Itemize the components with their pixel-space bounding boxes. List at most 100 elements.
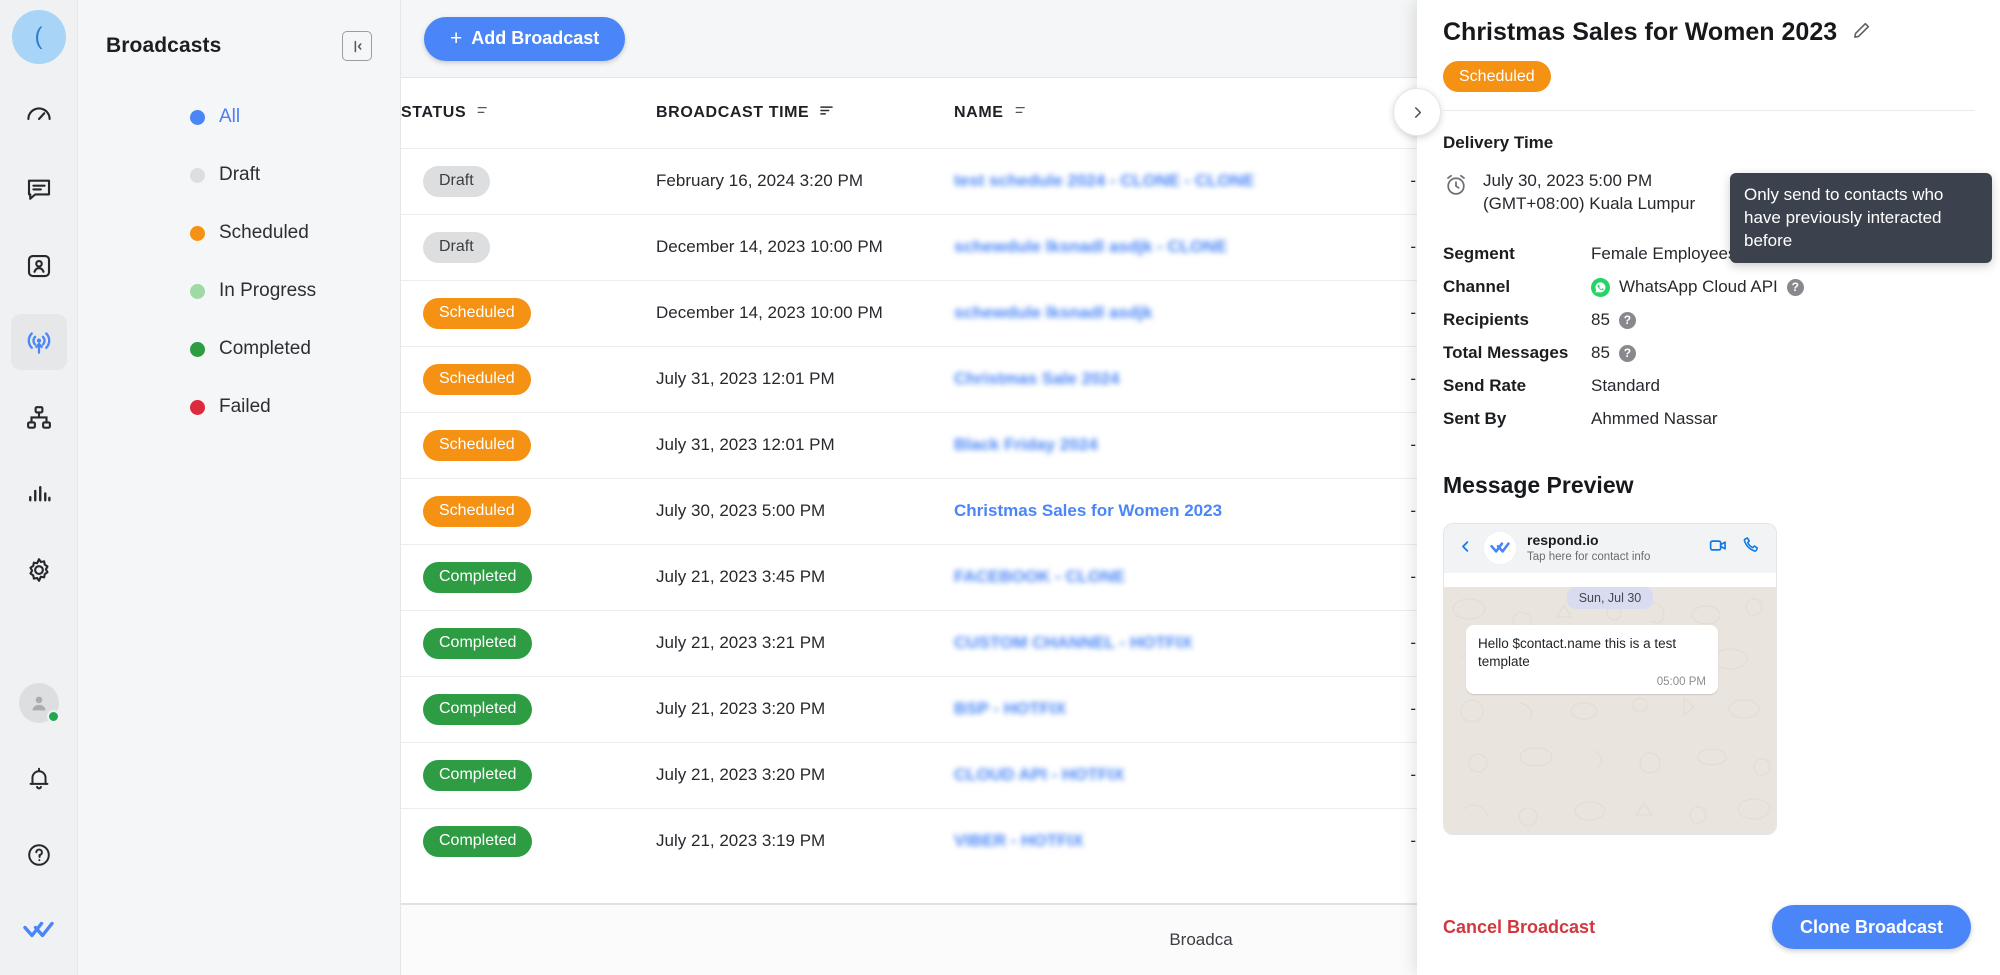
delivery-time-text: July 30, 2023 5:00 PM (GMT+08:00) Kuala … (1483, 169, 1695, 216)
alarm-clock-icon (1443, 172, 1469, 203)
status-badge: Completed (423, 628, 532, 659)
help-circle-icon[interactable]: ? (1619, 345, 1636, 362)
panel-title-row: Christmas Sales for Women 2023 (1443, 18, 1975, 47)
sidebar-item-all[interactable]: All (78, 88, 400, 146)
delivery-time-line2: (GMT+08:00) Kuala Lumpur (1483, 192, 1695, 215)
cell-name: CUSTOM CHANNEL - HOTFIX (954, 610, 1410, 676)
preview-chat-body: Sun, Jul 30 Hello $contact.name this is … (1444, 587, 1776, 835)
collapse-sidebar-button[interactable] (342, 31, 372, 61)
message-preview-phone: respond.io Tap here for contact info (1443, 523, 1777, 835)
broadcast-name-link[interactable]: BSP - HOTFIX (954, 699, 1066, 718)
help-circle-icon[interactable]: ? (1787, 279, 1804, 296)
broadcast-name-link[interactable]: Black Friday 2024 (954, 435, 1098, 454)
sidebar-item-in-progress[interactable]: In Progress (78, 262, 400, 320)
video-call-icon[interactable] (1708, 535, 1729, 561)
broadcast-name-link[interactable]: FACEBOOK - CLONE (954, 567, 1125, 586)
detail-field-value: Standard (1591, 376, 1660, 396)
sidebar-item-completed[interactable]: Completed (78, 320, 400, 378)
sidebar-item-failed[interactable]: Failed (78, 378, 400, 436)
sidebar-item-dashboard[interactable] (11, 86, 67, 142)
back-chevron-icon[interactable] (1458, 538, 1473, 558)
preview-header-actions (1708, 535, 1762, 561)
edit-pencil-icon[interactable] (1851, 20, 1872, 46)
add-broadcast-button[interactable]: + Add Broadcast (424, 17, 625, 61)
detail-field-row: Send RateStandard (1443, 370, 1975, 403)
cell-status: Scheduled (401, 412, 656, 478)
page-title: Broadcasts (106, 34, 221, 58)
cancel-broadcast-button[interactable]: Cancel Broadcast (1443, 917, 1595, 938)
sort-icon[interactable] (475, 102, 491, 123)
chat-message-time: 05:00 PM (1478, 676, 1706, 688)
cell-name: CLOUD API - HOTFIX (954, 742, 1410, 808)
phone-call-icon[interactable] (1742, 535, 1762, 561)
sidebar-item-workflows[interactable] (11, 390, 67, 446)
broadcast-name-link[interactable]: schewdule lksnadl asdjk (954, 303, 1152, 322)
collapse-panel-button[interactable] (1393, 88, 1441, 136)
sidebar-item-draft[interactable]: Draft (78, 146, 400, 204)
sort-active-icon[interactable] (818, 102, 835, 124)
detail-field-key: Total Messages (1443, 343, 1591, 363)
clone-broadcast-button[interactable]: Clone Broadcast (1772, 905, 1971, 949)
cell-broadcast-time: July 31, 2023 12:01 PM (656, 412, 954, 478)
status-badge: Completed (423, 826, 532, 857)
detail-field-value-text: 85 (1591, 343, 1610, 363)
sidebar-header: Broadcasts (78, 26, 400, 66)
column-header-name[interactable]: NAME (954, 78, 1410, 148)
cell-name: Christmas Sale 2024 (954, 346, 1410, 412)
preview-chat-header: respond.io Tap here for contact info (1444, 524, 1776, 573)
cell-name: BSP - HOTFIX (954, 676, 1410, 742)
status-dot-completed (190, 342, 205, 357)
chat-day-chip: Sun, Jul 30 (1567, 587, 1654, 609)
detail-field-key: Sent By (1443, 409, 1591, 429)
cell-name: VIBER - HOTFIX (954, 808, 1410, 874)
cell-broadcast-time: July 21, 2023 3:21 PM (656, 610, 954, 676)
workspace-logo[interactable]: ( (12, 10, 66, 64)
panel-header: Christmas Sales for Women 2023 Scheduled (1417, 0, 2000, 111)
cell-status: Draft (401, 148, 656, 214)
sidebar-item-reports[interactable] (11, 466, 67, 522)
cell-name: schewdule lksnadl asdjk - CLONE (954, 214, 1410, 280)
chat-message-text: Hello $contact.name this is a test templ… (1478, 635, 1706, 671)
broadcast-name-link[interactable]: test schedule 2024 - CLONE - CLONE (954, 171, 1254, 190)
cell-broadcast-time: July 21, 2023 3:20 PM (656, 742, 954, 808)
detail-field-key: Channel (1443, 277, 1591, 297)
broadcast-name-link[interactable]: VIBER - HOTFIX (954, 831, 1083, 850)
help-circle-icon[interactable]: ? (1619, 312, 1636, 329)
broadcast-detail-panel: Christmas Sales for Women 2023 Scheduled… (1417, 0, 2000, 975)
broadcast-name-link[interactable]: CUSTOM CHANNEL - HOTFIX (954, 633, 1192, 652)
help-button[interactable] (11, 827, 67, 883)
column-header-status[interactable]: STATUS (401, 78, 656, 148)
detail-fields: SegmentFemale EmployeesChannelWhatsApp C… (1443, 238, 1975, 436)
sort-icon[interactable] (1013, 102, 1029, 123)
broadcast-name-link[interactable]: Christmas Sales for Women 2023 (954, 501, 1222, 520)
broadcast-name-link[interactable]: Christmas Sale 2024 (954, 369, 1119, 388)
whatsapp-icon (1591, 278, 1610, 297)
cell-status: Scheduled (401, 346, 656, 412)
add-broadcast-label: Add Broadcast (471, 28, 599, 49)
cell-status: Completed (401, 808, 656, 874)
sidebar-item-scheduled[interactable]: Scheduled (78, 204, 400, 262)
contacts-icon (24, 251, 54, 281)
notifications-button[interactable] (11, 751, 67, 807)
main-content: + Add Broadcast STATUS (400, 0, 2000, 975)
broadcast-name-link[interactable]: CLOUD API - HOTFIX (954, 765, 1124, 784)
cell-broadcast-time: July 30, 2023 5:00 PM (656, 478, 954, 544)
column-header-broadcast-time[interactable]: BROADCAST TIME (656, 78, 954, 148)
delivery-time-section-label: Delivery Time (1443, 133, 1975, 153)
status-badge: Scheduled (423, 496, 531, 527)
cell-name: Christmas Sales for Women 2023 (954, 478, 1410, 544)
column-header-broadcast-time-label: BROADCAST TIME (656, 104, 809, 122)
cell-status: Scheduled (401, 478, 656, 544)
respond-brand-button[interactable] (11, 903, 67, 959)
detail-field-value: Female Employees (1591, 244, 1737, 264)
sidebar-item-settings[interactable] (11, 542, 67, 598)
sidebar-item-messages[interactable] (11, 162, 67, 218)
sidebar-item-contacts[interactable] (11, 238, 67, 294)
broadcast-name-link[interactable]: schewdule lksnadl asdjk - CLONE (954, 237, 1227, 256)
detail-field-row: ChannelWhatsApp Cloud API? (1443, 271, 1975, 304)
account-avatar-button[interactable] (11, 675, 67, 731)
cell-status: Completed (401, 610, 656, 676)
status-badge: Scheduled (423, 364, 531, 395)
sidebar-item-broadcasts[interactable] (11, 314, 67, 370)
cell-status: Completed (401, 676, 656, 742)
